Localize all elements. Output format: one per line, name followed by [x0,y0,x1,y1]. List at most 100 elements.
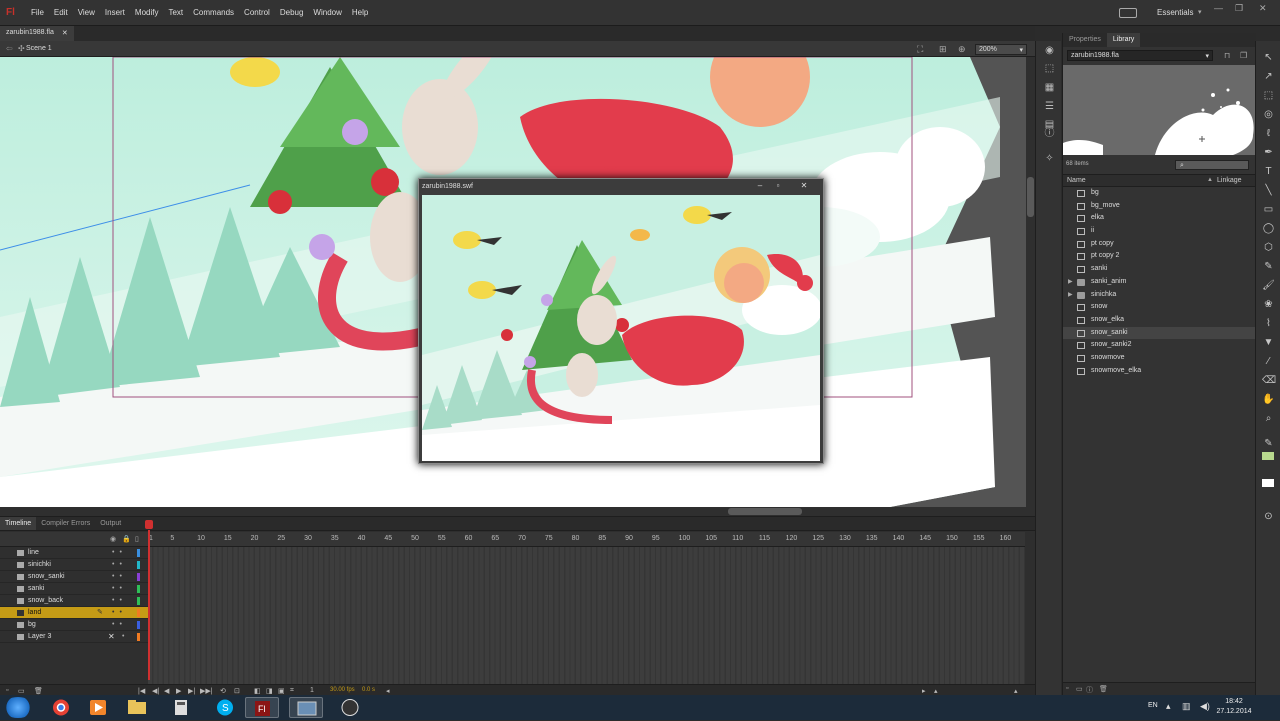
step-forward-icon[interactable]: ▶| [188,687,195,695]
camera-icon[interactable]: ⛶ [917,44,923,55]
hidden-x-icon[interactable]: ✕ [108,631,115,643]
lasso-tool-icon[interactable]: ℓ [1262,127,1275,140]
playhead[interactable] [145,520,153,680]
motion-presets-icon[interactable]: ✧ [1044,153,1055,164]
new-folder-icon[interactable]: ▭ [18,687,25,695]
minimize-icon[interactable]: — [1214,3,1223,13]
prev-frame-icon[interactable]: ◀| [152,687,159,695]
line-tool-icon[interactable]: ╲ [1262,184,1275,197]
maximize-icon[interactable]: ▫ [771,181,785,191]
scroll-thumb[interactable] [728,508,802,515]
library-item[interactable]: elka [1063,212,1256,225]
close-icon[interactable]: ✕ [1259,3,1267,14]
zoom-out-icon[interactable]: ▴ [934,687,938,695]
sync-settings-icon[interactable] [1119,8,1137,18]
first-frame-icon[interactable]: |◀ [138,687,145,695]
tab-compiler-errors[interactable]: Compiler Errors [36,517,95,530]
play-icon[interactable]: ▶ [176,687,181,695]
polystar-tool-icon[interactable]: ⬡ [1262,241,1275,254]
snap-to-objects-icon[interactable]: ⊙ [1262,510,1275,523]
eyedropper-tool-icon[interactable]: ⁄ [1262,355,1275,368]
menu-debug[interactable]: Debug [275,8,309,17]
network-icon[interactable]: ▥ [1182,701,1191,712]
rectangle-tool-icon[interactable]: ▭ [1262,203,1275,216]
oval-tool-icon[interactable]: ◯ [1262,222,1275,235]
menu-view[interactable]: View [73,8,100,17]
expand-arrow-icon[interactable]: ▶ [1068,289,1073,302]
layer-row[interactable]: line •• [0,547,148,559]
new-layer-icon[interactable]: ▫ [6,687,8,694]
taskbar-skype[interactable]: S [208,697,242,718]
back-arrow-icon[interactable]: ⇦ [6,44,13,53]
edit-symbols-icon[interactable]: ⊞ [939,44,947,55]
properties-icon[interactable]: ⓘ [1086,685,1093,695]
taskbar-calculator[interactable] [164,697,198,718]
sort-up-icon[interactable]: ▲ [1207,177,1213,183]
menu-file[interactable]: File [26,8,49,17]
scroll-left-icon[interactable]: ◂ [386,687,390,695]
library-item[interactable]: bg [1063,187,1256,200]
layer-row[interactable]: bg •• [0,619,148,631]
menu-help[interactable]: Help [347,8,373,17]
taskbar-flash[interactable]: Fl [245,697,279,718]
tray-expand-icon[interactable]: ▴ [1166,701,1171,712]
column-name[interactable]: Name [1067,177,1086,184]
column-linkage[interactable]: Linkage [1217,177,1242,184]
scroll-right-icon[interactable]: ▸ [922,687,926,695]
pin-icon[interactable]: ⊓ [1224,51,1230,60]
menu-commands[interactable]: Commands [188,8,239,17]
selection-tool-icon[interactable]: ↖ [1262,51,1275,64]
paint-bucket-tool-icon[interactable]: ▼ [1262,336,1275,349]
tab-properties[interactable]: Properties [1063,33,1107,47]
onion-outline-icon[interactable]: ◨ [266,687,273,695]
pen-tool-icon[interactable]: ✒ [1262,146,1275,159]
workspace-switcher[interactable]: Essentials [1157,8,1193,17]
start-button[interactable] [2,697,34,718]
stroke-color-swatch[interactable] [1262,452,1274,460]
document-tab[interactable]: zarubin1988.fla ✕ [0,26,74,41]
library-document-select[interactable]: zarubin1988.fla ▾ [1067,50,1213,61]
3d-rotation-tool-icon[interactable]: ◎ [1262,108,1275,121]
current-frame[interactable]: 1 [310,687,314,694]
layer-row-active[interactable]: land ✎ •• [0,607,148,619]
delete-icon[interactable]: 🗑 [1099,685,1108,693]
layer-row[interactable]: sinichki •• [0,559,148,571]
hand-tool-icon[interactable]: ✋ [1262,393,1275,406]
layer-row[interactable]: snow_sanki •• [0,571,148,583]
new-library-panel-icon[interactable]: ❐ [1240,51,1247,60]
library-folder[interactable]: ▶ sanki_anim [1063,276,1256,289]
menu-control[interactable]: Control [239,8,275,17]
close-icon[interactable]: ✕ [797,181,811,191]
library-item-selected[interactable]: snow_sanki [1063,326,1256,340]
input-language[interactable]: EN [1148,702,1158,709]
zoom-select[interactable]: 200% ▾ [975,44,1027,55]
layer-row[interactable]: snow_back •• [0,595,148,607]
loop-icon[interactable]: ⟲ [220,687,226,695]
library-item[interactable]: bg_move [1063,200,1256,213]
eraser-tool-icon[interactable]: ⌫ [1262,374,1276,387]
tab-close-icon[interactable]: ✕ [62,29,68,38]
layer-row[interactable]: Layer 3 ✕ • [0,631,148,643]
frame-rate[interactable]: 30.00 fps [330,687,355,693]
library-item[interactable]: pt copy 2 [1063,250,1256,263]
library-item[interactable]: ii [1063,225,1256,238]
onion-skin-icon[interactable]: ◧ [254,687,261,695]
library-item[interactable]: snow_sanki2 [1063,339,1256,352]
lock-icon[interactable]: 🔒 [122,535,131,543]
library-search-input[interactable]: ⌕ [1175,160,1249,170]
eye-icon[interactable]: ◉ [1044,45,1055,56]
layer-row[interactable]: sanki •• [0,583,148,595]
bone-tool-icon[interactable]: ⌇ [1262,317,1275,330]
menu-window[interactable]: Window [308,8,346,17]
restore-icon[interactable]: ❐ [1235,3,1243,14]
chevron-down-icon[interactable]: ▾ [1198,8,1202,16]
library-item[interactable]: snowmove [1063,352,1256,365]
expand-arrow-icon[interactable]: ▶ [1068,276,1073,289]
new-folder-icon[interactable]: ▭ [1076,685,1083,693]
menu-edit[interactable]: Edit [49,8,73,17]
stroke-color-icon[interactable]: ✎ [1262,437,1275,450]
delete-layer-icon[interactable]: 🗑 [34,687,43,695]
new-symbol-icon[interactable]: ▫ [1066,685,1068,692]
zoom-in-icon[interactable]: ▴ [1014,687,1018,695]
playhead-handle[interactable] [145,520,153,529]
